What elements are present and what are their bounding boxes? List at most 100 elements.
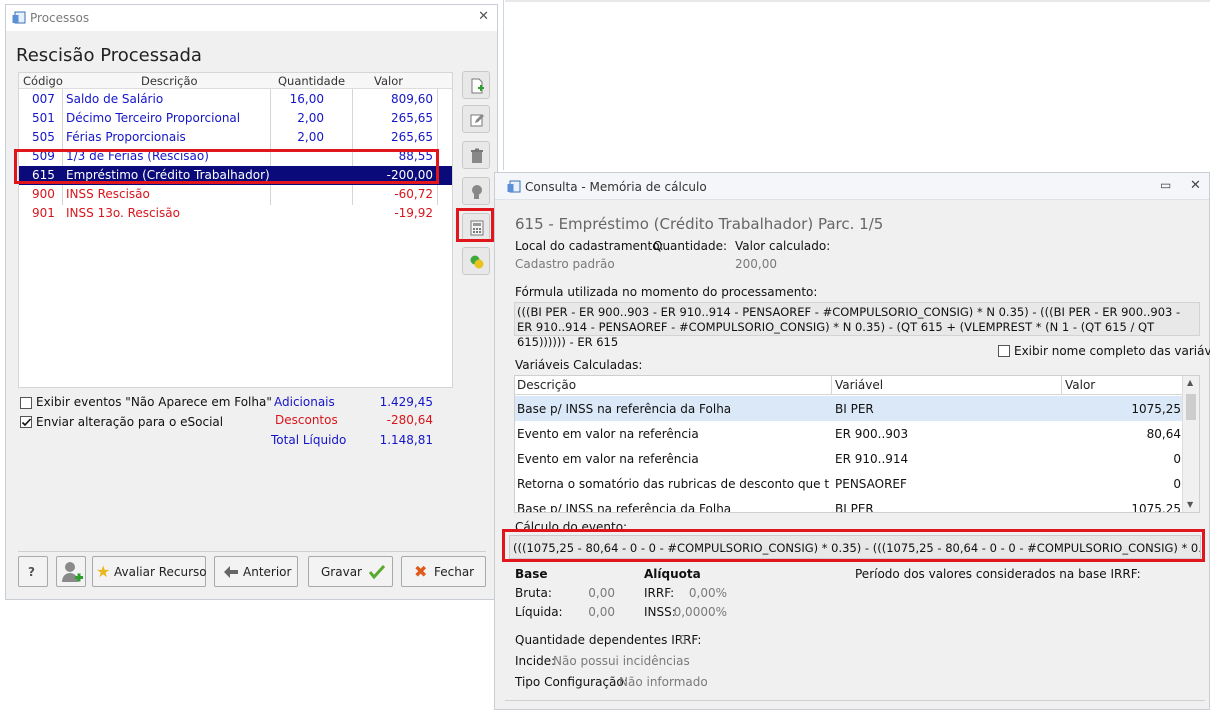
adicionais-value: 1.429,45 (379, 395, 433, 409)
app-icon (12, 11, 26, 24)
column-header-valor[interactable]: Valor (1065, 378, 1095, 392)
help-button[interactable]: ? (18, 556, 48, 587)
coins-icon (470, 255, 484, 269)
formula-field[interactable]: (((BI PER - ER 900..903 - ER 910..914 - … (514, 302, 1200, 349)
column-header-quantidade[interactable]: Quantidade (278, 74, 345, 88)
background-line (505, 0, 1210, 2)
help-label: ? (28, 565, 35, 579)
page-title: Rescisão Processada (16, 45, 202, 66)
column-divider (1061, 376, 1062, 395)
table-row[interactable]: Retorna o somatório das rubricas de desc… (515, 471, 1183, 496)
fechar-button[interactable]: ✖ Fechar (401, 556, 486, 587)
info-button[interactable] (462, 177, 490, 205)
consulta-titlebar: Consulta - Memória de cálculo ▭ ✕ (495, 173, 1209, 200)
table-row[interactable]: 007 Saldo de Salário 16,00 809,60 (19, 90, 452, 109)
column-header-codigo[interactable]: Código (23, 74, 63, 88)
cell-val: 809,60 (391, 92, 433, 106)
window-title: Consulta - Memória de cálculo (525, 180, 707, 194)
table-row[interactable]: Base p/ INSS na referência da Folha BI P… (515, 396, 1183, 421)
formula-label: Fórmula utilizada no momento do processa… (515, 285, 818, 299)
enviar-esocial-label: Enviar alteração para o eSocial (36, 415, 224, 429)
cell-val: 265,65 (391, 130, 433, 144)
separator (505, 700, 1205, 701)
restore-icon[interactable]: ▭ (1160, 178, 1171, 192)
highlight-calculator-button (456, 208, 494, 242)
periodo-label: Período dos valores considerados na base… (855, 567, 1141, 581)
table-row[interactable]: 501 Décimo Terceiro Proporcional 2,00 26… (19, 109, 452, 128)
processos-titlebar: Processos ✕ (6, 5, 497, 31)
add-user-button[interactable] (56, 556, 86, 587)
aliquota-label: Alíquota (644, 567, 701, 581)
delete-event-button[interactable] (462, 141, 490, 169)
background-divider (503, 0, 504, 170)
close-icon[interactable]: ✕ (478, 9, 489, 24)
edit-event-button[interactable] (462, 105, 490, 133)
column-divider (831, 376, 832, 395)
checkmark-icon (369, 565, 385, 579)
scroll-up-icon[interactable]: ▲ (1187, 378, 1193, 387)
column-header-variavel[interactable]: Variável (835, 378, 883, 392)
table-row[interactable]: 505 Férias Proporcionais 2,00 265,65 (19, 128, 452, 147)
cell-code: 007 (32, 92, 55, 106)
close-icon[interactable]: ✕ (1190, 178, 1201, 193)
cell-desc: Férias Proporcionais (66, 130, 186, 144)
anterior-button[interactable]: Anterior (214, 556, 298, 587)
highlight-calc-field (502, 529, 1205, 562)
cell-desc: Retorna o somatório das rubricas de desc… (517, 477, 829, 491)
events-table: Código Descrição Quantidade Valor 007 Sa… (18, 72, 453, 388)
scrollbar-thumb[interactable] (1186, 394, 1196, 420)
cell-val: 0 (1173, 477, 1181, 491)
cell-desc: Base p/ INSS na referência da Folha (517, 402, 732, 416)
separator (18, 551, 486, 552)
person-head-icon (472, 185, 482, 199)
table-row[interactable]: Base p/ INSS na referência da Folha BI P… (515, 496, 1183, 512)
avaliar-recurso-label: Avaliar Recurso (114, 565, 207, 579)
enviar-esocial-checkbox[interactable] (20, 416, 32, 428)
processos-body: Rescisão Processada Código Descrição Qua… (6, 31, 497, 599)
column-header-valor[interactable]: Valor (374, 74, 403, 88)
irrf-value: 0,00% (688, 586, 727, 600)
trash-icon (471, 148, 483, 163)
table-row[interactable]: Evento em valor na referência ER 910..91… (515, 446, 1183, 471)
consulta-window: Consulta - Memória de cálculo ▭ ✕ 615 - … (494, 172, 1210, 710)
processos-window: Processos ✕ Rescisão Processada Código D… (5, 4, 498, 600)
new-event-button[interactable] (462, 71, 490, 99)
close-x-icon: ✖ (414, 562, 428, 581)
export-button[interactable] (462, 247, 490, 275)
anterior-label: Anterior (243, 565, 292, 579)
cell-code: 501 (32, 111, 55, 125)
cell-code: 901 (32, 206, 55, 220)
liquida-value: 0,00 (588, 605, 615, 619)
event-title: 615 - Empréstimo (Crédito Trabalhador) P… (515, 215, 884, 233)
cell-val: 0 (1173, 452, 1181, 466)
cell-val: -60,72 (394, 187, 433, 201)
cell-desc: Evento em valor na referência (517, 427, 699, 441)
table-header: Descrição Variável Valor (515, 376, 1183, 395)
exibir-eventos-checkbox[interactable] (20, 397, 32, 409)
gravar-button[interactable]: Gravar (308, 556, 393, 587)
quantidade-label: Quantidade: (653, 239, 728, 253)
exibir-eventos-label: Exibir eventos "Não Aparece em Folha" (36, 395, 272, 409)
descontos-value: -280,64 (386, 413, 433, 427)
column-header-descricao[interactable]: Descrição (141, 74, 198, 88)
base-label: Base (515, 567, 548, 581)
dependentes-label: Quantidade dependentes IRRF: (515, 633, 702, 647)
scroll-down-icon[interactable]: ▼ (1187, 500, 1193, 509)
total-liquido-value: 1.148,81 (379, 433, 433, 447)
new-document-icon (471, 78, 484, 94)
cell-var: BI PER (835, 402, 874, 416)
avaliar-recurso-button[interactable]: ★ Avaliar Recurso (92, 556, 207, 587)
column-header-descricao[interactable]: Descrição (517, 378, 576, 392)
app-icon (507, 180, 521, 193)
cell-desc: Evento em valor na referência (517, 452, 699, 466)
liquida-label: Líquida: (515, 605, 563, 619)
bruta-value: 0,00 (588, 586, 615, 600)
full-names-label: Exibir nome completo das variáveis (1014, 344, 1210, 358)
star-icon: ★ (96, 562, 111, 581)
vertical-scrollbar[interactable]: ▲ ▼ (1182, 376, 1199, 512)
cell-val: 80,64 (1146, 427, 1181, 441)
table-row[interactable]: 900 INSS Rescisão -60,72 (19, 185, 452, 204)
full-names-checkbox[interactable] (998, 345, 1010, 357)
table-row[interactable]: 901 INSS 13o. Rescisão -19,92 (19, 204, 452, 223)
table-row[interactable]: Evento em valor na referência ER 900..90… (515, 421, 1183, 446)
